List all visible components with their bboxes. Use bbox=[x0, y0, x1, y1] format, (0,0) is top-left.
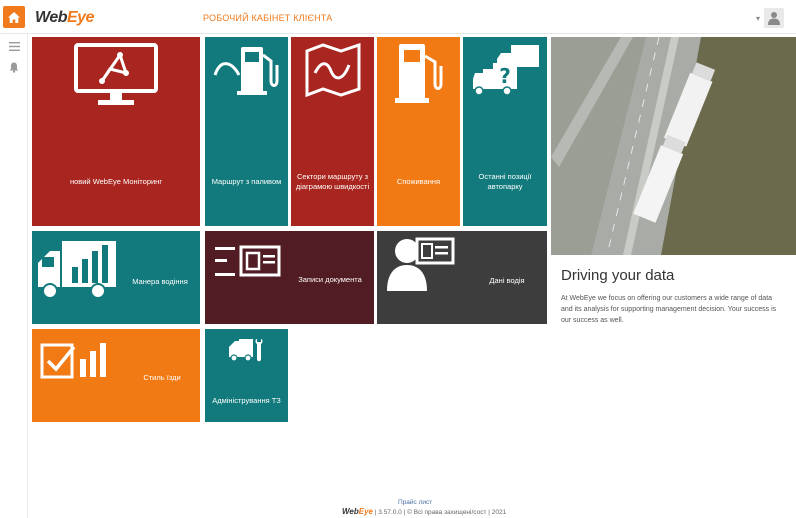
brand-logo[interactable]: WebEye bbox=[35, 9, 94, 27]
tile-vehicle-admin-label: Адміністрування ТЗ bbox=[212, 396, 281, 405]
trucks-question-icon: ? bbox=[473, 45, 539, 96]
tile-driving-style-label: Манера водіння bbox=[132, 277, 188, 286]
tile-last-positions-label: Останні позиції автопарку bbox=[478, 172, 532, 191]
home-icon bbox=[8, 11, 20, 23]
footer-copyright: WebEye | 3.57.0.0 | © Всі права захищені… bbox=[342, 507, 506, 516]
tile-fuel-level-label: Стиль їзди bbox=[143, 373, 181, 382]
tile-documents[interactable]: Записи документа bbox=[205, 231, 374, 324]
checkbox-chart-icon bbox=[40, 343, 106, 379]
footer-copyright-text: | 3.57.0.0 | © Всі права захищені/сост |… bbox=[374, 509, 507, 516]
user-menu[interactable]: ▾ bbox=[756, 8, 784, 28]
price-list-link[interactable]: Прайс лист bbox=[398, 499, 432, 506]
brand-logo-eye: Eye bbox=[66, 9, 94, 26]
tile-monitoring[interactable]: новий WebEye Моніторинг bbox=[32, 37, 200, 226]
tile-driver-data-label: Дані водія bbox=[489, 276, 525, 285]
tile-vehicle-admin[interactable]: Адміністрування ТЗ bbox=[205, 329, 288, 422]
tile-driving-style[interactable]: Манера водіння bbox=[32, 231, 200, 324]
hero-image-trucks-highway bbox=[551, 37, 796, 255]
driver-card-icon bbox=[387, 237, 455, 291]
footer-brand-logo: WebEye bbox=[342, 507, 373, 516]
sidebar bbox=[0, 34, 28, 518]
page-title: РОБОЧИЙ КАБІНЕТ КЛІЄНТА bbox=[203, 13, 333, 23]
notifications-button[interactable] bbox=[7, 60, 21, 74]
menu-button[interactable] bbox=[7, 39, 21, 53]
monitor-route-icon bbox=[74, 43, 158, 105]
tile-consumption[interactable]: Споживання bbox=[377, 37, 460, 226]
bell-icon bbox=[9, 62, 19, 73]
home-button[interactable] bbox=[3, 6, 25, 28]
panel-title: Driving your data bbox=[561, 267, 675, 284]
tile-fuel-routes-label: Маршрут з паливом bbox=[211, 177, 282, 186]
tile-fuel-routes[interactable]: Маршрут з паливом bbox=[205, 37, 288, 226]
truck-chart-icon bbox=[38, 241, 116, 299]
truck-wrench-icon bbox=[229, 339, 263, 362]
tile-consumption-label: Споживання bbox=[396, 177, 441, 186]
fuel-pump-icon bbox=[395, 44, 443, 103]
tile-speed-sectors[interactable]: Сектори маршруту з діаграмою швидкості bbox=[291, 37, 374, 226]
svg-text:?: ? bbox=[499, 64, 511, 88]
chevron-down-icon: ▾ bbox=[755, 13, 760, 23]
document-list-icon bbox=[215, 245, 281, 277]
highway-trucks-illustration bbox=[551, 37, 796, 255]
user-icon bbox=[768, 12, 780, 25]
brand-logo-web: Web bbox=[35, 9, 67, 26]
tile-documents-label: Записи документа bbox=[298, 275, 362, 284]
panel-description: At WebEye we focus on offering our custo… bbox=[561, 295, 777, 324]
fuel-route-icon bbox=[213, 47, 279, 95]
top-bar: WebEye РОБОЧИЙ КАБІНЕТ КЛІЄНТА ▾ bbox=[0, 0, 796, 34]
footer-brand-eye: Eye bbox=[358, 507, 373, 516]
footer-brand-web: Web bbox=[342, 507, 359, 516]
map-icon bbox=[305, 43, 361, 97]
tile-speed-sectors-label: Сектори маршруту з діаграмою швидкості bbox=[295, 172, 370, 191]
tile-monitoring-label: новий WebEye Моніторинг bbox=[69, 177, 163, 186]
avatar[interactable] bbox=[764, 8, 784, 28]
tile-last-positions[interactable]: ? Останні позиції автопарку bbox=[463, 37, 547, 226]
tile-fuel-level[interactable]: Стиль їзди bbox=[32, 329, 200, 422]
hamburger-icon bbox=[8, 41, 20, 51]
tile-driver-data[interactable]: Дані водія bbox=[377, 231, 547, 324]
